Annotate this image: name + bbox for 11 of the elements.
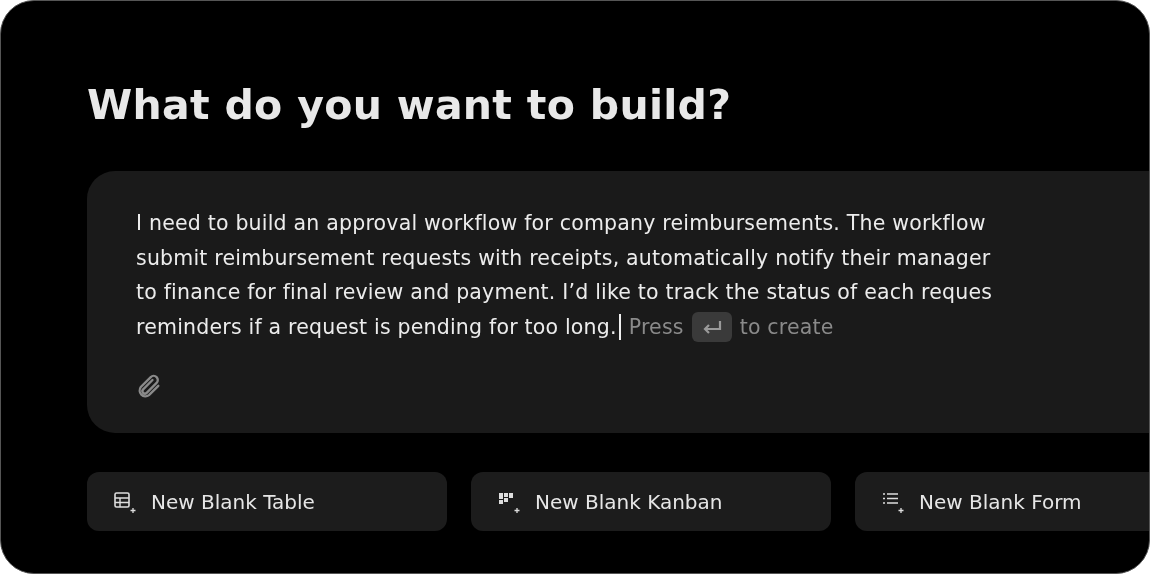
hint-text: to create [739,314,834,339]
prompt-text: reminders if a request is pending for too long. [136,313,617,341]
text-cursor [618,313,621,340]
new-item-button[interactable]: New Blank Kanban [471,472,831,531]
prompt-field[interactable] [87,171,1149,433]
hint-text: Press [628,314,684,339]
page-heading: What do you want to build? [87,80,733,131]
table-plus-icon [113,489,137,514]
enter-key-icon [691,311,732,342]
new-item-button[interactable]: New Blank Table [87,472,447,531]
new-item-button[interactable]: New Blank Form [855,472,1149,531]
